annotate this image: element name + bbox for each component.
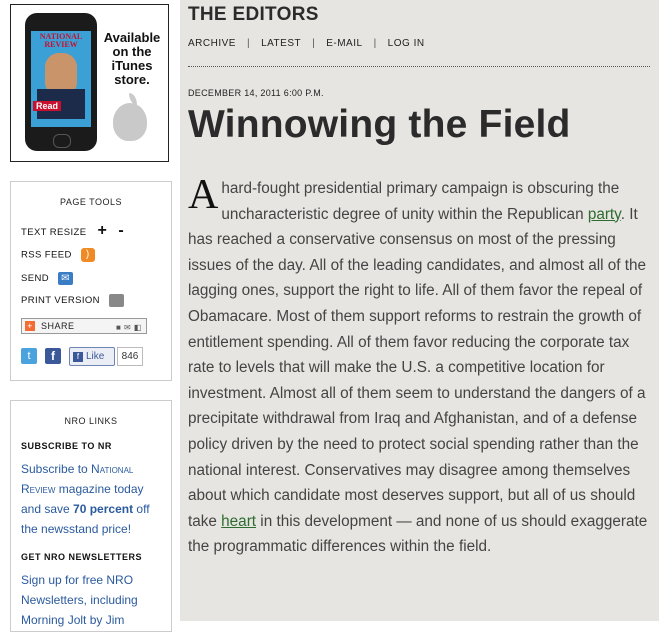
itunes-ad[interactable]: NATIONAL REVIEW Read Available on the iT… [10,4,169,162]
article-main: THE EDITORS ARCHIVE | LATEST | E-MAIL | LOG IN… [180,0,659,621]
article-dateline: DECEMBER 14, 2011 6:00 P.M. [188,88,324,98]
section-title[interactable]: THE EDITORS [188,4,319,26]
panel-title: NRO LINKS [64,416,118,426]
twitter-icon[interactable]: t [21,348,37,364]
text-resize-label: TEXT RESIZE [21,227,87,238]
rss-icon: ) [80,248,95,262]
divider [188,66,650,67]
nav-email[interactable]: E-MAIL [326,38,362,49]
facebook-icon[interactable]: f [45,348,61,364]
nav-login[interactable]: LOG IN [388,38,425,49]
drop-cap: A [188,172,219,218]
nav-archive[interactable]: ARCHIVE [188,38,236,49]
section-nav: ARCHIVE | LATEST | E-MAIL | LOG IN [188,38,425,49]
rss-feed-link[interactable]: RSS FEED ) [21,248,95,262]
apple-logo-icon [113,103,147,141]
nav-latest[interactable]: LATEST [261,38,301,49]
like-count: 846 [117,347,143,366]
party-link[interactable]: party [588,206,621,223]
cover-portrait [45,53,77,93]
facebook-like-icon: f [73,352,83,362]
share-service-icons: ■ ✉ ◧ [115,323,142,332]
text-increase-button[interactable]: + [98,222,108,239]
article-body: A hard-fought presidential primary campa… [188,172,648,556]
heart-link[interactable]: heart [221,513,256,530]
text-decrease-button[interactable]: - [118,222,124,239]
share-plus-icon: + [25,321,35,331]
print-version-link[interactable]: PRINT VERSION [21,294,124,307]
newsletters-link[interactable]: Sign up for free NRO Newsletters, includ… [21,570,163,630]
ad-text: Available on the iTunes store. [103,30,161,87]
send-link[interactable]: SEND ✉ [21,272,74,285]
printer-icon [108,294,124,307]
magazine-cover: NATIONAL REVIEW Read [31,31,91,127]
panel-title: PAGE TOOLS [59,197,123,207]
home-button-icon [53,134,71,148]
page-tools-panel: PAGE TOOLS TEXT RESIZE + - RSS FEED ) SE… [10,181,172,381]
article-headline: Winnowing the Field [188,103,571,146]
facebook-like-button[interactable]: f Like [69,347,115,366]
text-resize-row: TEXT RESIZE + - [21,222,124,240]
share-button[interactable]: + SHARE ■ ✉ ◧ [21,318,147,334]
nro-links-panel: NRO LINKS SUBSCRIBE TO NR Subscribe to N… [10,400,172,632]
subscribe-link[interactable]: Subscribe to National Review magazine to… [21,459,163,539]
cover-logo: NATIONAL REVIEW [39,32,83,49]
newsletters-heading: GET NRO NEWSLETTERS [21,552,143,562]
read-badge: Read [33,101,62,111]
mail-icon: ✉ [58,272,74,285]
iphone-image: NATIONAL REVIEW Read [25,13,97,151]
subscribe-heading: SUBSCRIBE TO NR [21,441,112,451]
left-sidebar: NATIONAL REVIEW Read Available on the iT… [0,0,180,632]
